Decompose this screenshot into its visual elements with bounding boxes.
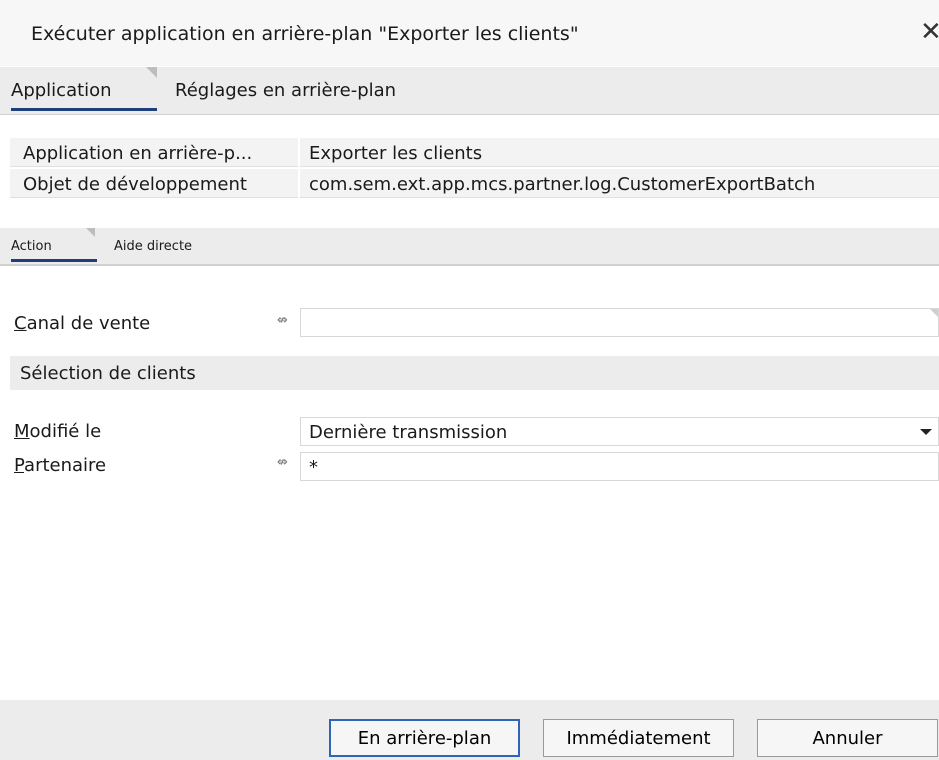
active-tab-underline [11, 108, 157, 111]
chevron-down-icon[interactable] [920, 429, 932, 435]
close-icon[interactable]: ✕ [920, 17, 939, 47]
info-row-dev-object: Objet de développement com.sem.ext.app.m… [0, 169, 939, 198]
application-value-cell: Exporter les clients [300, 138, 939, 167]
run-background-button[interactable]: En arrière-plan [329, 719, 520, 757]
modified-select[interactable]: Dernière transmission [300, 417, 939, 446]
value-help-icon[interactable]: ⇎ [277, 455, 288, 470]
tab-application[interactable]: Application [11, 80, 112, 101]
dev-object-value-cell: com.sem.ext.app.mcs.partner.log.Customer… [300, 169, 939, 198]
application-value: Exporter les clients [309, 143, 483, 164]
sales-channel-input[interactable] [300, 308, 939, 337]
modified-select-value: Dernière transmission [309, 422, 508, 443]
field-corner-marker [930, 309, 938, 317]
modified-label: Modifié le [14, 421, 102, 442]
subtab-corner-marker [86, 228, 95, 237]
dev-object-value: com.sem.ext.app.mcs.partner.log.Customer… [309, 174, 816, 195]
dev-object-label-cell: Objet de développement [10, 169, 298, 198]
application-label: Application en arrière-p... [23, 143, 253, 164]
partner-label: Partenaire [14, 455, 107, 476]
info-row-application: Application en arrière-p... Exporter les… [0, 138, 939, 167]
cancel-button[interactable]: Annuler [757, 719, 938, 757]
tab-corner-marker [146, 67, 157, 78]
partner-input[interactable]: * [300, 452, 939, 481]
sales-channel-label: Canal de vente [14, 313, 151, 334]
tab-action[interactable]: Action [11, 239, 52, 254]
dialog-title: Exécuter application en arrière-plan "Ex… [31, 23, 579, 45]
active-subtab-underline [11, 259, 97, 262]
run-immediately-button[interactable]: Immédiatement [543, 719, 734, 757]
dialog-titlebar: Exécuter application en arrière-plan "Ex… [0, 0, 939, 66]
value-help-icon[interactable]: ⇎ [277, 313, 288, 328]
top-tab-bar: Application Réglages en arrière-plan [0, 67, 939, 115]
partner-input-value: * [309, 457, 318, 478]
tab-background-settings[interactable]: Réglages en arrière-plan [175, 80, 396, 101]
dev-object-label: Objet de développement [23, 174, 247, 195]
tab-direct-help[interactable]: Aide directe [114, 239, 192, 254]
application-label-cell: Application en arrière-p... [10, 138, 298, 167]
sub-tab-bar: Action Aide directe [0, 228, 939, 266]
section-title: Sélection de clients [20, 363, 196, 384]
customer-selection-section: Sélection de clients [10, 356, 939, 390]
